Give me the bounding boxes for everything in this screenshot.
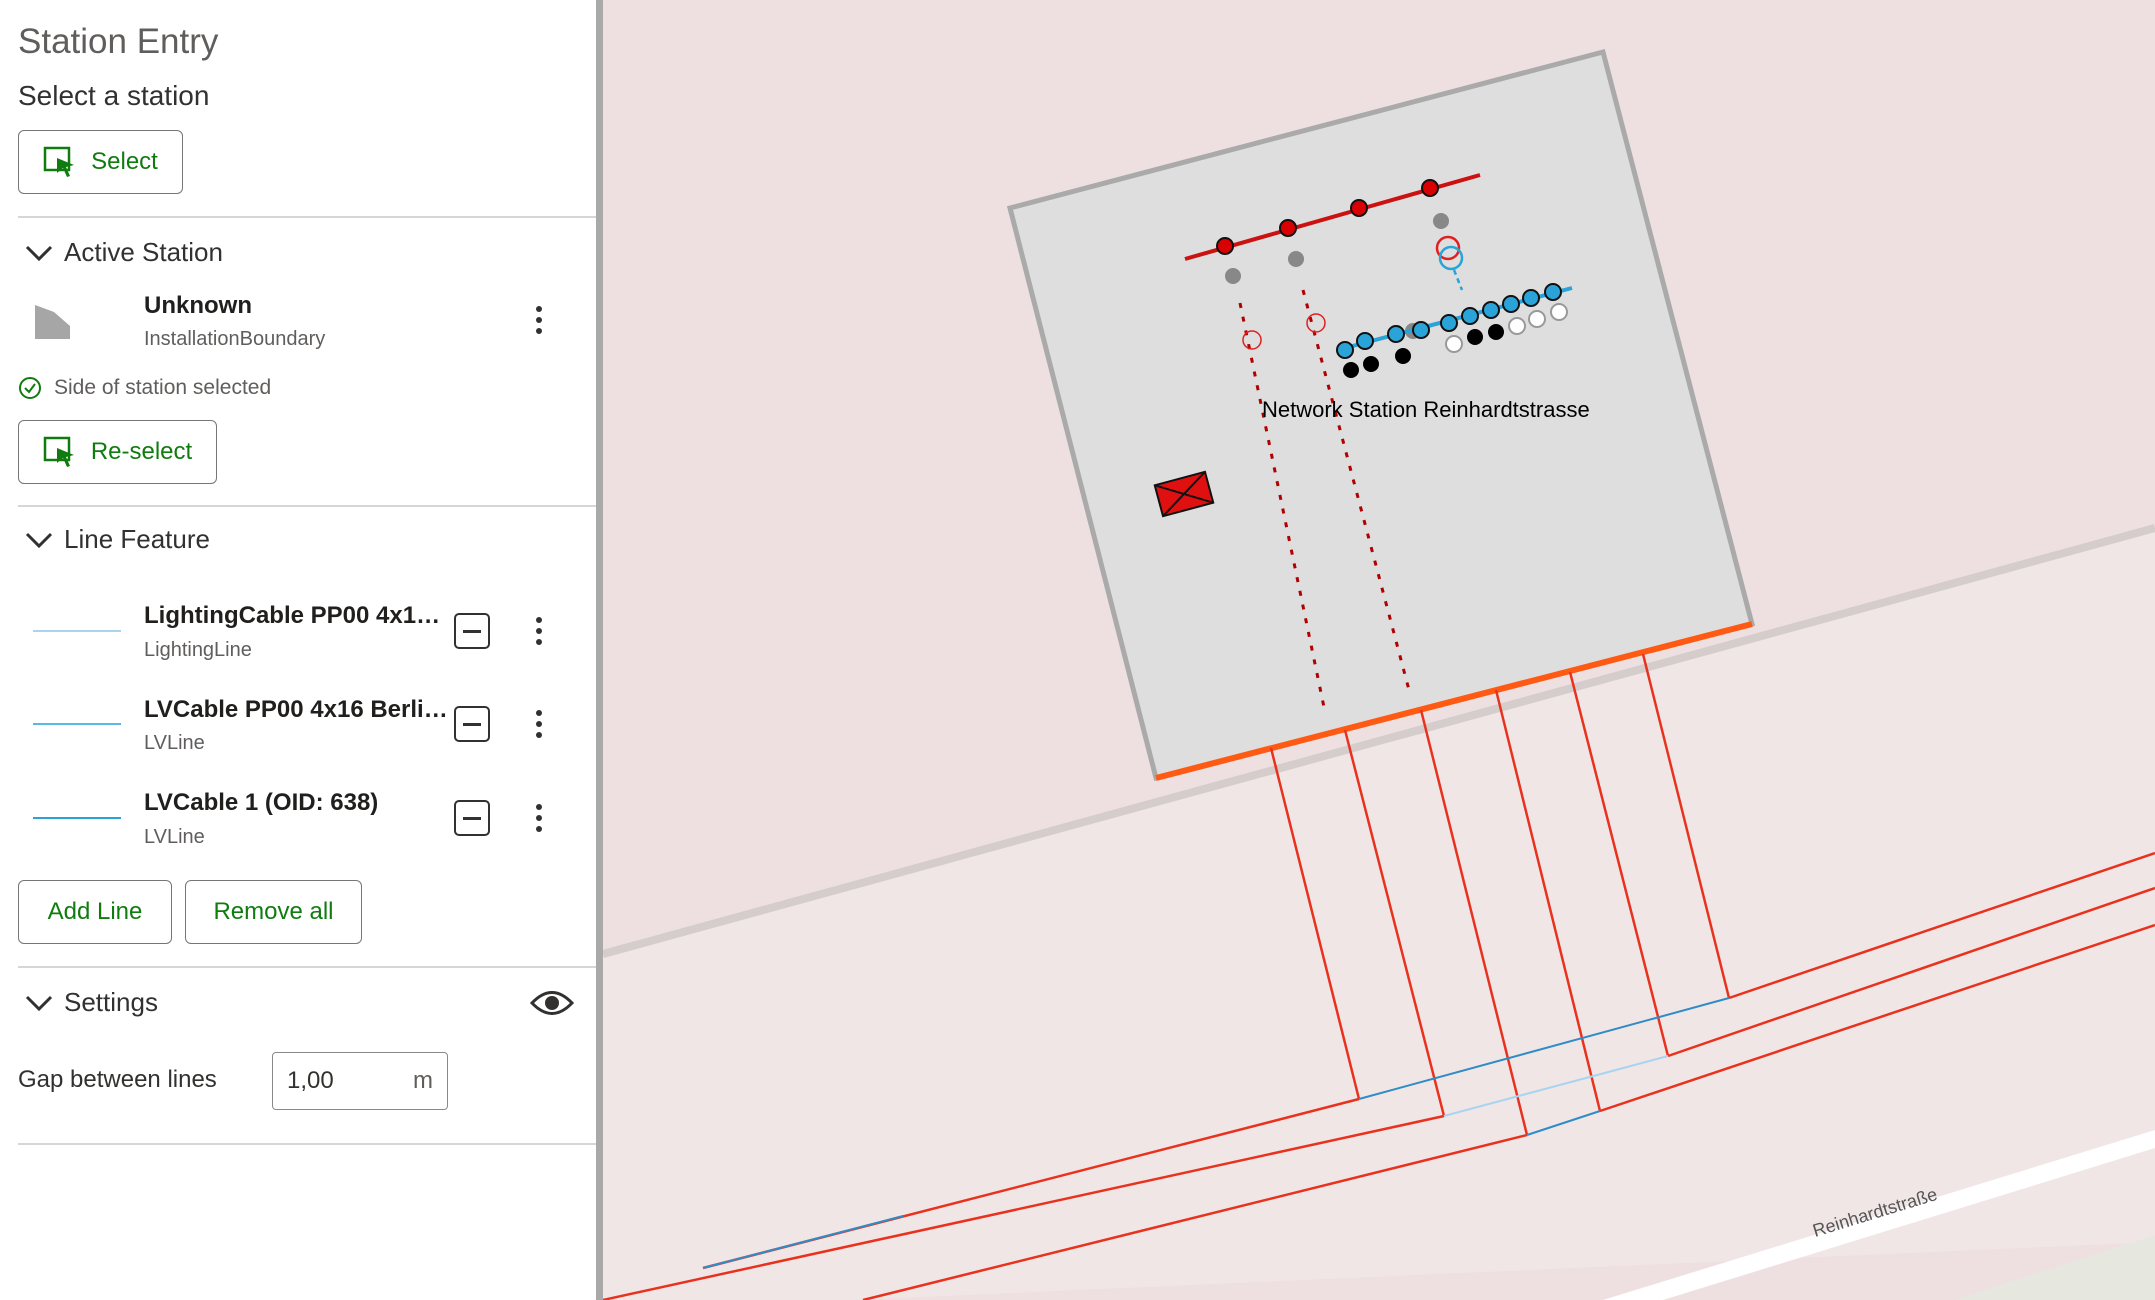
remove-line-button[interactable] [454, 706, 490, 742]
station-label: Network Station Reinhardtstrasse [1262, 397, 1590, 422]
select-button[interactable]: Select [18, 130, 183, 194]
line-item-title: LightingCable PP00 4x10 ... [144, 602, 449, 629]
line-color-swatch [33, 817, 121, 819]
active-station-type: InstallationBoundary [144, 328, 326, 350]
active-station-header[interactable]: Active Station [24, 237, 223, 268]
station-status-text: Side of station selected [54, 376, 272, 399]
gap-label: Gap between lines [18, 1066, 217, 1093]
chevron-down-icon [25, 995, 53, 1011]
active-station-name: Unknown [144, 292, 252, 319]
eye-icon[interactable] [530, 988, 574, 1018]
panel-title: Station Entry [18, 22, 219, 61]
divider [18, 966, 596, 968]
line-item-subtitle: LightingLine [144, 639, 252, 661]
active-station-header-label: Active Station [64, 237, 223, 267]
line-item-title: LVCable PP00 4x16 Berlin... [144, 696, 449, 723]
settings-header-label: Settings [64, 987, 158, 1017]
line-item-subtitle: LVLine [144, 732, 205, 754]
select-cursor-icon [43, 436, 74, 467]
remove-all-button[interactable]: Remove all [185, 880, 362, 944]
more-options-icon[interactable] [524, 611, 554, 651]
line-feature-header[interactable]: Line Feature [24, 524, 210, 555]
line-item-subtitle: LVLine [144, 826, 205, 848]
more-options-icon[interactable] [524, 300, 554, 340]
station-status: Side of station selected [18, 376, 271, 400]
panel-splitter[interactable] [596, 0, 603, 1300]
divider [18, 505, 596, 507]
remove-line-button[interactable] [454, 800, 490, 836]
divider [18, 1143, 596, 1145]
map-view[interactable]: Reinhardtstraße Network Station Reinhard… [603, 0, 2155, 1300]
gap-input[interactable]: 1,00 m [272, 1052, 448, 1110]
more-options-icon[interactable] [524, 798, 554, 838]
chevron-down-icon [25, 532, 53, 548]
installation-boundary-icon [35, 305, 70, 339]
remove-line-button[interactable] [454, 613, 490, 649]
map-canvas[interactable]: Reinhardtstraße Network Station Reinhard… [603, 0, 2155, 1300]
add-line-button-label: Add Line [47, 898, 143, 925]
remove-all-button-label: Remove all [213, 898, 334, 925]
check-circle-icon [19, 377, 41, 399]
line-color-swatch [33, 630, 121, 632]
settings-header[interactable]: Settings [24, 987, 158, 1018]
select-button-label: Select [91, 148, 158, 175]
select-cursor-icon [43, 146, 75, 177]
reselect-button[interactable]: Re-select [18, 420, 217, 484]
more-options-icon[interactable] [524, 704, 554, 744]
reselect-button-label: Re-select [90, 438, 193, 465]
gap-input-value: 1,00 [287, 1067, 334, 1094]
add-line-button[interactable]: Add Line [18, 880, 172, 944]
panel-subtitle: Select a station [18, 80, 210, 111]
line-feature-header-label: Line Feature [64, 524, 210, 554]
gap-input-unit: m [413, 1067, 433, 1094]
chevron-down-icon [25, 245, 53, 261]
line-item-title: LVCable 1 (OID: 638) [144, 789, 379, 816]
line-color-swatch [33, 723, 121, 725]
station-entry-panel: Station Entry Select a station Select Ac… [0, 0, 596, 1300]
divider [18, 216, 596, 218]
